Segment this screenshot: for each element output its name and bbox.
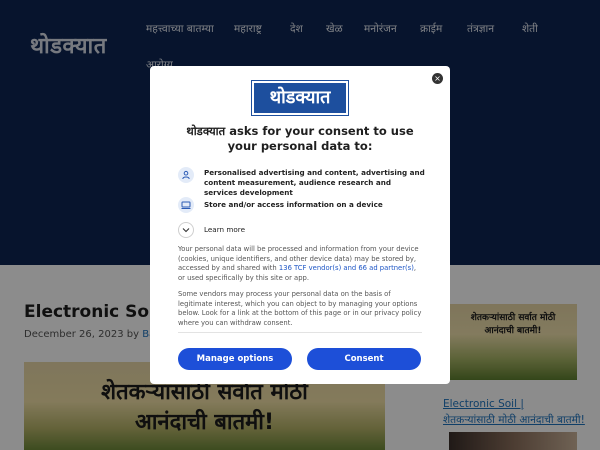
purpose-store-access: Store and/or access information on a dev… bbox=[204, 200, 383, 209]
consent-paragraph-1: Your personal data will be processed and… bbox=[178, 245, 424, 283]
manage-options-button[interactable]: Manage options bbox=[178, 348, 292, 370]
person-icon bbox=[178, 167, 194, 183]
vendors-link[interactable]: 136 TCF vendor(s) and 66 ad partner(s) bbox=[279, 264, 414, 272]
learn-more-link[interactable]: Learn more bbox=[204, 225, 245, 234]
purpose-personalised-ads: Personalised advertising and content, ad… bbox=[204, 168, 425, 197]
divider bbox=[178, 332, 422, 333]
consent-paragraph-2: Some vendors may process your personal d… bbox=[178, 290, 422, 327]
consent-title: थोडक्यात asks for your consent to use yo… bbox=[170, 124, 430, 154]
device-icon bbox=[178, 197, 194, 213]
consent-title-site: थोडक्यात bbox=[186, 124, 226, 138]
close-icon[interactable]: × bbox=[432, 73, 443, 84]
consent-button[interactable]: Consent bbox=[307, 348, 421, 370]
consent-title-text: asks for your consent to use your person… bbox=[227, 124, 414, 153]
consent-site-logo: थोडक्यात bbox=[251, 80, 349, 116]
consent-dialog: × थोडक्यात थोडक्यात asks for your consen… bbox=[150, 66, 450, 384]
chevron-down-icon[interactable] bbox=[178, 222, 194, 238]
